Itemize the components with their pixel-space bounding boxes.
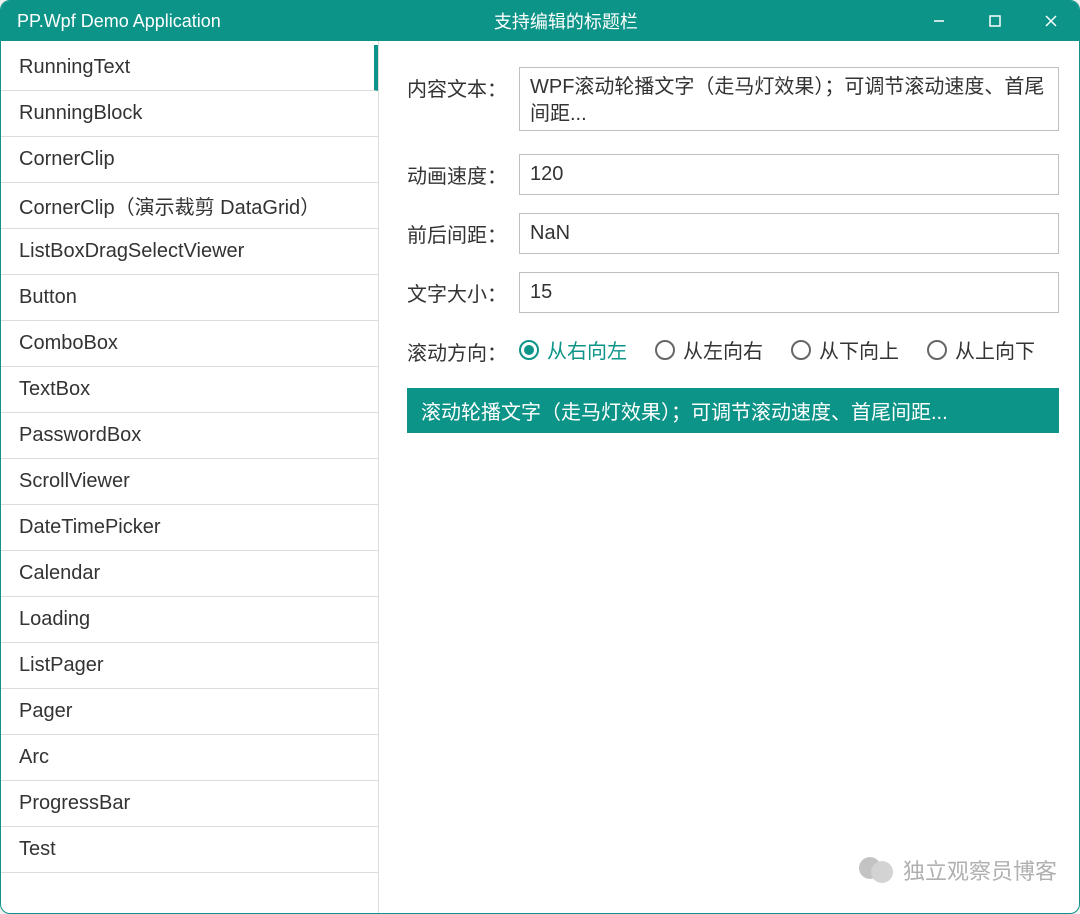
sidebar-item-label: RunningText (19, 56, 130, 79)
maximize-icon (988, 14, 1002, 28)
watermark: 独立观察员博客 (859, 853, 1057, 887)
radio-icon (927, 340, 947, 360)
sidebar-item-label: Button (19, 286, 77, 309)
sidebar-item[interactable]: CornerClip (1, 137, 378, 183)
main-panel: 内容文本： 动画速度： 前后间距： 文字大小： (379, 41, 1079, 913)
running-text-preview: 滚动轮播文字（走马灯效果）；可调节滚动速度、首尾间距... (407, 388, 1059, 433)
row-font-size: 文字大小： (407, 272, 1059, 313)
sidebar-item[interactable]: PasswordBox (1, 413, 378, 459)
label-font-size: 文字大小： (407, 272, 507, 307)
radio-icon (519, 340, 539, 360)
sidebar-item-label: DateTimePicker (19, 516, 161, 539)
app-title: PP.Wpf Demo Application (1, 11, 221, 32)
radio-option-label: 从上向下 (955, 335, 1035, 364)
sidebar-item[interactable]: RunningText (1, 45, 378, 91)
sidebar-item-label: ComboBox (19, 332, 118, 355)
sidebar-item[interactable]: Arc (1, 735, 378, 781)
sidebar-item[interactable]: Calendar (1, 551, 378, 597)
radio-icon (655, 340, 675, 360)
sidebar-item-label: ScrollViewer (19, 470, 130, 493)
titlebar-editable-title[interactable]: 支持编辑的标题栏 (221, 8, 911, 34)
watermark-text: 独立观察员博客 (903, 854, 1057, 886)
sidebar-item[interactable]: ListBoxDragSelectViewer (1, 229, 378, 275)
row-speed: 动画速度： (407, 154, 1059, 195)
radio-option-direction[interactable]: 从右向左 (519, 335, 627, 364)
sidebar-item[interactable]: ComboBox (1, 321, 378, 367)
radio-option-label: 从左向右 (683, 335, 763, 364)
input-content-text[interactable] (519, 67, 1059, 131)
sidebar-item-label: ListPager (19, 654, 104, 677)
radio-option-direction[interactable]: 从下向上 (791, 335, 899, 364)
close-icon (1044, 14, 1058, 28)
sidebar-item[interactable]: RunningBlock (1, 91, 378, 137)
sidebar-item-label: ListBoxDragSelectViewer (19, 240, 244, 263)
wechat-icon (859, 853, 893, 887)
sidebar-item[interactable]: TextBox (1, 367, 378, 413)
minimize-icon (932, 14, 946, 28)
minimize-button[interactable] (911, 1, 967, 41)
sidebar-item-label: Loading (19, 608, 90, 631)
radio-option-direction[interactable]: 从上向下 (927, 335, 1035, 364)
sidebar-item-label: Calendar (19, 562, 100, 585)
sidebar-item-label: RunningBlock (19, 102, 142, 125)
input-speed[interactable] (519, 154, 1059, 195)
label-spacing: 前后间距： (407, 213, 507, 248)
sidebar: RunningText RunningBlock CornerClip CornerC… (1, 41, 379, 913)
sidebar-item-label: CornerClip (19, 148, 115, 171)
label-direction: 滚动方向： (407, 331, 507, 366)
row-content-text: 内容文本： (407, 67, 1059, 136)
sidebar-item-label: Arc (19, 746, 49, 769)
label-content-text: 内容文本： (407, 67, 507, 102)
close-button[interactable] (1023, 1, 1079, 41)
sidebar-item[interactable]: Test (1, 827, 378, 873)
sidebar-item[interactable]: ProgressBar (1, 781, 378, 827)
titlebar: PP.Wpf Demo Application 支持编辑的标题栏 (1, 1, 1079, 41)
radio-option-label: 从下向上 (819, 335, 899, 364)
label-speed: 动画速度： (407, 154, 507, 189)
maximize-button[interactable] (967, 1, 1023, 41)
sidebar-item-label: TextBox (19, 378, 90, 401)
radio-icon (791, 340, 811, 360)
row-spacing: 前后间距： (407, 213, 1059, 254)
input-spacing[interactable] (519, 213, 1059, 254)
sidebar-item[interactable]: Loading (1, 597, 378, 643)
sidebar-item[interactable]: DateTimePicker (1, 505, 378, 551)
app-window: PP.Wpf Demo Application 支持编辑的标题栏 Running… (0, 0, 1080, 914)
sidebar-item[interactable]: CornerClip（演示裁剪 DataGrid） (1, 183, 378, 229)
sidebar-item[interactable]: ListPager (1, 643, 378, 689)
sidebar-item-label: Test (19, 838, 56, 861)
sidebar-item[interactable]: Pager (1, 689, 378, 735)
radio-group-direction: 从右向左 从左向右 从下向上 从上向下 (519, 331, 1035, 364)
sidebar-item-label: Pager (19, 700, 72, 723)
input-font-size[interactable] (519, 272, 1059, 313)
row-direction: 滚动方向： 从右向左 从左向右 从下向上 从上向下 (407, 331, 1059, 366)
sidebar-item[interactable]: ScrollViewer (1, 459, 378, 505)
sidebar-item-label: PasswordBox (19, 424, 141, 447)
sidebar-item[interactable]: Button (1, 275, 378, 321)
sidebar-item-label: ProgressBar (19, 792, 130, 815)
radio-option-direction[interactable]: 从左向右 (655, 335, 763, 364)
body: RunningText RunningBlock CornerClip CornerC… (1, 41, 1079, 913)
sidebar-item-label: CornerClip（演示裁剪 DataGrid） (19, 191, 320, 220)
window-controls (911, 1, 1079, 41)
radio-option-label: 从右向左 (547, 335, 627, 364)
